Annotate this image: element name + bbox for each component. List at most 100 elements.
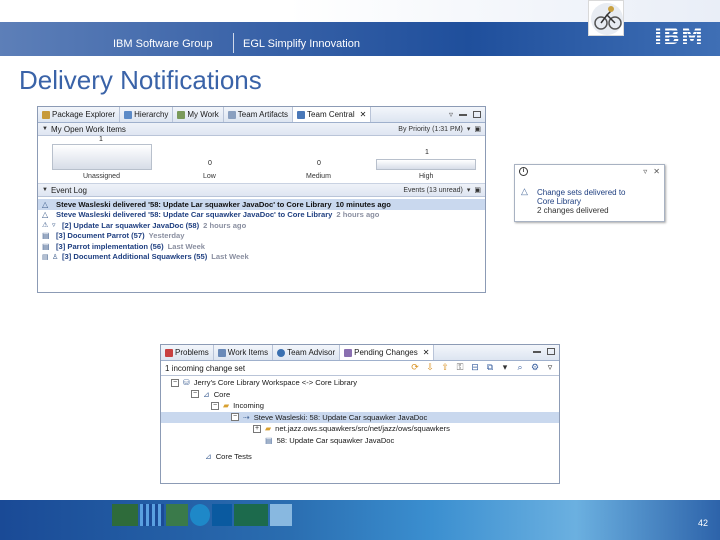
tree-row-incoming[interactable]: − ▰ Incoming	[161, 400, 559, 412]
top-tab-bar: Package Explorer Hierarchy My Work Team …	[38, 107, 485, 123]
collapse-triangle-icon[interactable]: ▼	[42, 126, 48, 132]
footer-decoration	[140, 504, 164, 526]
tab-my-work[interactable]: My Work	[173, 107, 224, 122]
collapse-all-icon[interactable]: ⊟	[470, 362, 480, 372]
change-set-icon: ⇢	[243, 412, 250, 422]
category-label-unassigned: Unassigned	[83, 173, 120, 180]
view-menu-icon[interactable]: ▿	[545, 362, 555, 372]
event-log-header[interactable]: ▼ Event Log Events (13 unread) ▾ ▣	[38, 184, 485, 197]
package-folder-icon: ▰	[265, 424, 272, 434]
category-label-medium: Medium	[306, 173, 331, 180]
minimize-icon[interactable]	[533, 350, 541, 353]
pending-changes-icon	[344, 348, 353, 357]
package-icon	[42, 110, 50, 119]
view-menu-icon[interactable]: ▿	[449, 110, 453, 119]
tab-team-advisor[interactable]: Team Advisor	[273, 345, 341, 360]
bottom-tab-bar: Problems Work Items Team Advisor Pending…	[161, 345, 559, 361]
document-icon: ▤	[42, 241, 50, 251]
team-central-icon	[297, 110, 306, 119]
close-icon[interactable]: ✕	[423, 348, 430, 357]
problems-icon	[165, 348, 173, 357]
footer-decoration	[166, 504, 188, 526]
refresh-icon[interactable]: ⟳	[410, 362, 420, 372]
bar-value-high: 1	[425, 149, 429, 156]
category-label-low: Low	[203, 173, 216, 180]
tab-pending-changes[interactable]: Pending Changes ✕	[340, 345, 435, 360]
expand-icon[interactable]: +	[253, 424, 261, 433]
tree-row-work-item[interactable]: ▤ 58: Update Car squawker JavaDoc	[161, 435, 559, 447]
chevron-down-icon[interactable]: ▾	[500, 362, 510, 372]
tree-row-change-set[interactable]: − ⇢ Steve Wasleski: 58: Update Car squaw…	[161, 411, 559, 423]
chevron-down-icon[interactable]: ▾	[467, 125, 471, 133]
footer-decoration	[112, 504, 138, 526]
footer-decoration	[234, 504, 268, 526]
footer-decoration	[212, 504, 232, 526]
document-icon: ▤	[42, 231, 50, 241]
component-icon: ⊿	[205, 452, 212, 462]
tree-row-core-tests[interactable]: ⊿ Core Tests	[161, 451, 559, 463]
event-row[interactable]: △ Steve Wasleski delivered '58: Update L…	[38, 199, 485, 210]
maximize-section-icon[interactable]: ▣	[474, 125, 481, 133]
folder-icon: ▰	[223, 401, 230, 411]
tab-problems[interactable]: Problems	[161, 345, 214, 360]
slide-footer: 42	[0, 500, 720, 540]
collapse-icon[interactable]: −	[171, 378, 179, 387]
footer-decoration	[190, 504, 210, 526]
info-icon: i	[519, 167, 528, 176]
close-icon[interactable]: ✕	[653, 167, 660, 176]
event-row[interactable]: ▤ ♙ [3] Document Additional Squawkers (5…	[38, 252, 485, 263]
tab-work-items[interactable]: Work Items	[214, 345, 274, 360]
minimize-icon[interactable]	[459, 113, 467, 116]
user-icon: ♙	[52, 253, 59, 261]
work-items-icon	[217, 348, 226, 357]
header-tagline: EGL Simplify Innovation	[243, 38, 360, 50]
collapse-icon[interactable]: −	[211, 401, 219, 410]
bar-value-medium: 0	[317, 160, 321, 167]
tab-team-artifacts[interactable]: Team Artifacts	[224, 107, 294, 122]
delivery-notification-popup[interactable]: i ▿ ✕ △ Change sets delivered to Core Li…	[514, 164, 665, 222]
chevron-down-icon[interactable]: ▾	[467, 186, 471, 194]
maximize-icon[interactable]	[547, 348, 555, 355]
tree-row-workspace[interactable]: − ⛁ Jerry's Core Library Workspace <-> C…	[161, 377, 559, 389]
header-group-label: IBM Software Group	[113, 38, 213, 50]
bar-value-unassigned: 1	[99, 136, 103, 143]
popup-line-1[interactable]: Change sets delivered to	[537, 188, 664, 197]
team-central-window: Package Explorer Hierarchy My Work Team …	[37, 106, 486, 293]
bar-high[interactable]	[376, 159, 476, 170]
accept-icon[interactable]: ⇩	[425, 362, 435, 372]
status-text: 1 incoming change set	[165, 363, 246, 373]
event-row[interactable]: ▤ [3] Document Parrot (57) Yesterday	[38, 231, 485, 242]
grouping-dropdown[interactable]: By Priority (1:31 PM)	[398, 126, 463, 133]
collapse-triangle-icon[interactable]: ▼	[42, 187, 48, 193]
tree-row-core[interactable]: − ⊿ Core	[161, 389, 559, 401]
event-row[interactable]: △ Steve Wasleski delivered '58: Update C…	[38, 210, 485, 221]
link-icon[interactable]: ⧉	[485, 362, 495, 372]
event-row[interactable]: ⚠ ▿ [2] Update Lar squawker JavaDoc (58)…	[38, 220, 485, 231]
my-open-work-items-header[interactable]: ▼ My Open Work Items By Priority (1:31 P…	[38, 123, 485, 136]
event-row[interactable]: ▤ [3] Parrot implementation (56) Last We…	[38, 241, 485, 252]
deliver-icon[interactable]: ⇧	[440, 362, 450, 372]
maximize-icon[interactable]	[473, 111, 481, 118]
popup-line-2[interactable]: Core Library	[537, 197, 664, 206]
ibm-logo: IBM	[654, 25, 704, 50]
collapse-icon[interactable]: −	[191, 390, 199, 399]
maximize-section-icon[interactable]: ▣	[474, 186, 481, 194]
tab-team-central[interactable]: Team Central ✕	[293, 107, 372, 122]
collapse-icon[interactable]: −	[231, 413, 239, 422]
tab-hierarchy[interactable]: Hierarchy	[120, 107, 174, 122]
header-divider	[233, 33, 234, 53]
close-icon[interactable]: ✕	[360, 110, 367, 119]
bar-unassigned[interactable]	[52, 144, 152, 170]
category-label-high: High	[419, 173, 434, 180]
search-icon[interactable]: ⌕	[515, 362, 525, 372]
tree-row-package-folder[interactable]: + ▰ net.jazz.ows.squawkers/src/net/jazz/…	[161, 423, 559, 435]
events-filter-dropdown[interactable]: Events (13 unread)	[403, 187, 463, 194]
lock-icon[interactable]: ⚿	[455, 362, 465, 372]
pending-changes-tree: − ⛁ Jerry's Core Library Workspace <-> C…	[161, 376, 559, 463]
page-number: 42	[697, 518, 708, 528]
settings-icon[interactable]: ⚙	[530, 362, 540, 372]
chevron-down-icon[interactable]: ▿	[643, 167, 647, 176]
hierarchy-icon	[124, 110, 133, 119]
tab-package-explorer[interactable]: Package Explorer	[38, 107, 121, 122]
work-items-chart: 1 Unassigned 0 Low 0 Medium 1 High	[38, 136, 485, 184]
